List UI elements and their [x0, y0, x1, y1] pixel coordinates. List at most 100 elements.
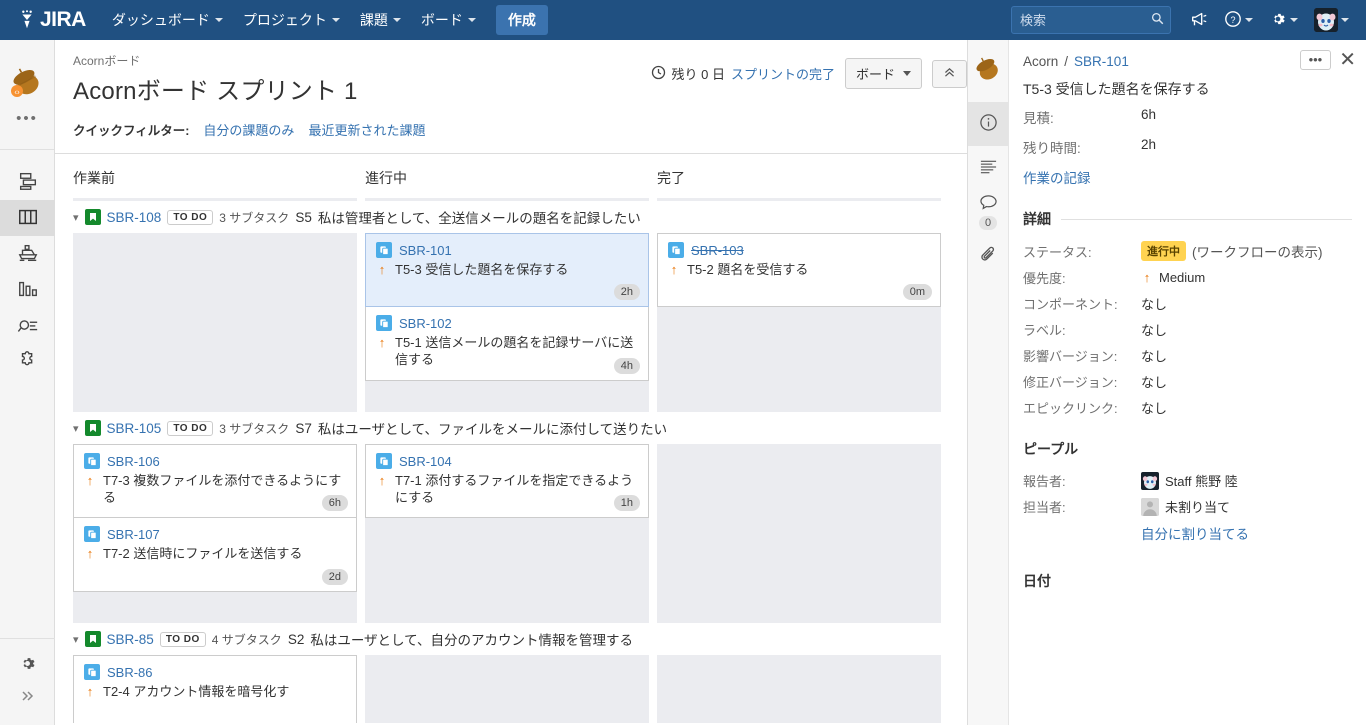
card-issue-key[interactable]: SBR-106	[107, 454, 160, 469]
chevron-double-right-icon	[20, 688, 36, 707]
swimlane-header[interactable]: ▾ SBR-105 TO DO 3 サブタスク S7 私はユーザとして、ファイルをメールに…	[55, 412, 967, 444]
chevron-down-icon	[903, 71, 911, 76]
swimlane-subtask-count: 4 サブタスク	[211, 632, 282, 647]
swimlane-column-3[interactable]: SBR-103 ↑ T5-2 題名を受信する 0m	[657, 233, 941, 412]
sidebar-project-settings[interactable]	[0, 649, 55, 681]
assign-to-me-link[interactable]: 自分に割り当てる	[1141, 523, 1352, 543]
sidebar-nav-list	[0, 150, 55, 380]
detail-actions: ••• ✕	[1299, 50, 1356, 70]
card-key-row: SBR-106	[84, 453, 346, 469]
card-issue-key[interactable]: SBR-101	[399, 243, 452, 258]
log-work-link[interactable]: 作業の記録	[1023, 167, 1352, 187]
swimlane-column-2[interactable]	[365, 655, 649, 723]
swimlane-column-2[interactable]: SBR-104 ↑ T7-1 添付するファイルを指定できるようにする 1h	[365, 444, 649, 623]
reporter-name[interactable]: Staff 熊野 陸	[1165, 471, 1238, 490]
board-menu-label: ボード	[855, 67, 895, 82]
swimlane-issue-key[interactable]: SBR-85	[107, 632, 154, 647]
nav-projects[interactable]: プロジェクト	[233, 0, 350, 40]
swimlane-story-code: S5	[295, 209, 312, 225]
swimlane-header[interactable]: ▾ SBR-85 TO DO 4 サブタスク S2 私はユーザとして、自分のアカウント情報…	[55, 623, 967, 655]
sidebar-item-issues[interactable]	[0, 308, 55, 344]
detail-project-name[interactable]: Acorn	[1023, 54, 1058, 69]
board-menu-button[interactable]: ボード	[844, 58, 922, 89]
reporter-label: 報告者:	[1023, 474, 1066, 489]
card-issue-key[interactable]: SBR-104	[399, 454, 452, 469]
announcements-button[interactable]	[1183, 0, 1215, 40]
sidebar-item-backlog[interactable]	[0, 164, 55, 200]
chevron-down-icon[interactable]: ▾	[73, 633, 79, 646]
paperclip-icon	[979, 245, 998, 267]
sidebar-item-releases[interactable]	[0, 236, 55, 272]
issue-detail-panel: 0 ••• ✕ Acorn / SBR-101 T5-3 受信した題名を保存する…	[967, 40, 1366, 725]
swimlane-header[interactable]: ▾ SBR-108 TO DO 3 サブタスク S5 私は管理者として、全送信メールの題名…	[55, 201, 967, 233]
jira-logo[interactable]: JIRA	[16, 8, 86, 32]
status-label: ステータス:	[1023, 244, 1092, 260]
quick-filter-my-issues[interactable]: 自分の課題のみ	[203, 120, 294, 139]
swimlane-summary: 私はユーザとして、自分のアカウント情報を管理する	[310, 633, 633, 648]
sidebar-expand[interactable]	[0, 681, 55, 713]
issue-card[interactable]: SBR-104 ↑ T7-1 添付するファイルを指定できるようにする 1h	[365, 444, 649, 518]
collapse-header-button[interactable]	[932, 59, 967, 88]
sidebar-item-active-sprints[interactable]	[0, 200, 55, 236]
view-workflow-link[interactable]: (ワークフローの表示)	[1192, 241, 1323, 261]
detail-remaining-label: 残り時間:	[1023, 141, 1081, 156]
swimlane-column-2[interactable]: SBR-101 ↑ T5-3 受信した題名を保存する 2h SBR-102 ↑ T5-1 送…	[365, 233, 649, 412]
sidebar-item-reports[interactable]	[0, 272, 55, 308]
swimlane-column-3[interactable]	[657, 444, 941, 623]
help-button[interactable]: ?	[1217, 0, 1260, 40]
nav-issues[interactable]: 課題	[350, 0, 411, 40]
chevron-down-icon	[214, 18, 223, 22]
user-profile-button[interactable]	[1307, 0, 1356, 40]
card-summary-row: ↑ T7-1 添付するファイルを指定できるようにする	[376, 472, 638, 506]
swimlane-issue-key[interactable]: SBR-108	[107, 210, 162, 225]
detail-row-fix-version: 修正バージョン: なし	[1023, 372, 1352, 391]
close-icon[interactable]: ✕	[1339, 50, 1356, 70]
swimlane-column-1[interactable]: SBR-106 ↑ T7-3 複数ファイルを添付できるようにする 6h SBR-107 ↑…	[73, 444, 357, 623]
detail-more-button[interactable]: •••	[1299, 50, 1332, 70]
detail-tab-attachments[interactable]	[968, 234, 1008, 278]
create-button[interactable]: 作成	[495, 5, 548, 35]
sidebar-project-header[interactable]: ‹› •••	[0, 40, 54, 150]
assignee-label: 担当者:	[1023, 500, 1066, 515]
swimlane-column-1[interactable]	[73, 233, 357, 412]
chevron-down-icon[interactable]: ▾	[73, 422, 79, 435]
issue-card[interactable]: SBR-103 ↑ T5-2 題名を受信する 0m	[657, 233, 941, 307]
issue-card[interactable]: SBR-86 ↑ T2-4 アカウント情報を暗号化す	[73, 655, 357, 723]
epic-link-value: なし	[1141, 401, 1168, 416]
quick-filter-recently-updated[interactable]: 最近更新された課題	[308, 120, 425, 139]
detail-issue-key[interactable]: SBR-101	[1074, 54, 1129, 69]
backlog-icon	[17, 170, 39, 195]
search-list-icon	[17, 314, 39, 339]
nav-dashboards[interactable]: ダッシュボード	[102, 0, 233, 40]
card-issue-key[interactable]: SBR-103	[691, 243, 744, 258]
card-issue-key[interactable]: SBR-86	[107, 665, 153, 680]
labels-label: ラベル:	[1023, 323, 1066, 338]
search-box[interactable]	[1011, 6, 1171, 34]
settings-button[interactable]	[1262, 0, 1305, 40]
issue-card[interactable]: SBR-102 ↑ T5-1 送信メールの題名を記録サーバに送信する 4h	[365, 307, 649, 381]
nav-right-group: ?	[1011, 0, 1366, 40]
detail-tab-info[interactable]	[968, 102, 1008, 146]
card-issue-key[interactable]: SBR-107	[107, 527, 160, 542]
priority-medium-up-icon: ↑	[670, 262, 678, 277]
sidebar-item-addons[interactable]	[0, 344, 55, 380]
card-issue-key[interactable]: SBR-102	[399, 316, 452, 331]
affects-version-label: 影響バージョン:	[1023, 349, 1118, 364]
search-input[interactable]	[1011, 6, 1171, 34]
swimlane-issue-key[interactable]: SBR-105	[107, 421, 162, 436]
complete-sprint-link[interactable]: スプリントの完了	[731, 64, 835, 83]
card-key-row: SBR-103	[668, 242, 930, 258]
sidebar-more-label[interactable]: •••	[16, 111, 38, 126]
issue-card[interactable]: SBR-106 ↑ T7-3 複数ファイルを添付できるようにする 6h	[73, 444, 357, 518]
swimlane-body: SBR-106 ↑ T7-3 複数ファイルを添付できるようにする 6h SBR-107 ↑…	[55, 444, 967, 623]
nav-boards[interactable]: ボード	[411, 0, 486, 40]
detail-tab-comments[interactable]: 0	[968, 190, 1008, 234]
issue-card[interactable]: SBR-101 ↑ T5-3 受信した題名を保存する 2h	[365, 233, 649, 307]
swimlane-column-1[interactable]: SBR-86 ↑ T2-4 アカウント情報を暗号化す	[73, 655, 357, 723]
detail-tab-description[interactable]	[968, 146, 1008, 190]
story-icon	[84, 420, 101, 436]
swimlane-column-3[interactable]	[657, 655, 941, 723]
chevron-down-icon	[331, 18, 340, 22]
chevron-down-icon[interactable]: ▾	[73, 211, 79, 224]
issue-card[interactable]: SBR-107 ↑ T7-2 送信時にファイルを送信する 2d	[73, 518, 357, 592]
